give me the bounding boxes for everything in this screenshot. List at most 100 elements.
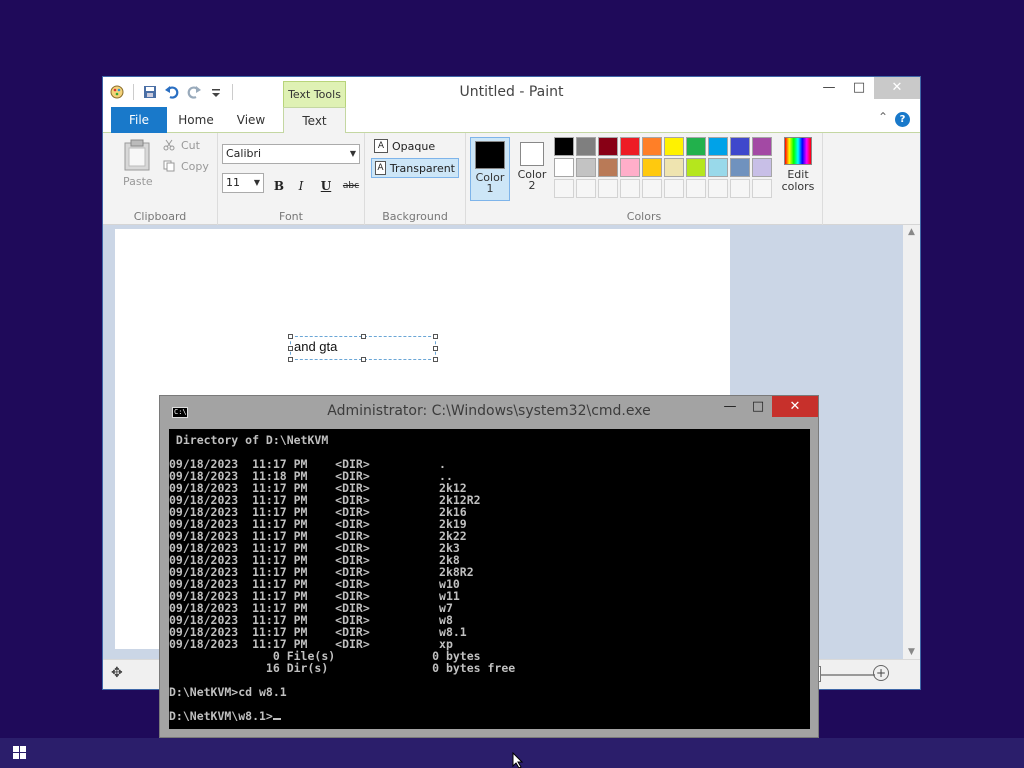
palette-custom-slot[interactable] — [576, 179, 596, 198]
strikethrough-button[interactable]: abc — [339, 177, 363, 195]
resize-handle[interactable] — [433, 334, 438, 339]
collapse-ribbon-icon[interactable]: ⌃ — [878, 110, 888, 124]
palette-color-swatch[interactable] — [554, 158, 574, 177]
console-prompt: D:\NetKVM\w8.1> — [169, 709, 273, 723]
transparent-label: Transparent — [389, 161, 455, 175]
save-icon[interactable] — [142, 84, 158, 100]
canvas-text-box[interactable]: and gta — [288, 334, 438, 362]
cut-label[interactable]: Cut — [181, 139, 200, 152]
mouse-cursor-icon — [512, 752, 524, 768]
cmd-minimize-button[interactable]: — — [716, 396, 744, 417]
zoom-slider[interactable] — [815, 674, 875, 676]
cmd-window-controls: — □ ✕ — [716, 396, 818, 417]
palette-color-swatch[interactable] — [708, 137, 728, 156]
color2-button[interactable]: Color 2 — [514, 137, 550, 201]
maximize-button[interactable]: □ — [844, 77, 874, 99]
tab-home[interactable]: Home — [169, 107, 223, 133]
palette-color-swatch[interactable] — [576, 137, 596, 156]
tab-text[interactable]: Text — [283, 107, 346, 134]
vertical-scrollbar[interactable]: ▲ ▼ — [903, 225, 920, 659]
paste-label[interactable]: Paste — [123, 175, 153, 188]
redo-icon[interactable] — [186, 84, 202, 100]
resize-handle[interactable] — [433, 357, 438, 362]
undo-icon[interactable] — [164, 84, 180, 100]
console-line: Directory of D:\NetKVM — [169, 433, 329, 447]
copy-label[interactable]: Copy — [181, 160, 209, 173]
palette-custom-slot[interactable] — [708, 179, 728, 198]
palette-color-swatch[interactable] — [752, 158, 772, 177]
help-icon[interactable]: ? — [895, 112, 910, 127]
cmd-maximize-button[interactable]: □ — [744, 396, 772, 417]
cmd-close-button[interactable]: ✕ — [772, 396, 818, 417]
scroll-down-icon[interactable]: ▼ — [903, 647, 920, 657]
palette-color-swatch[interactable] — [730, 137, 750, 156]
palette-color-swatch[interactable] — [730, 158, 750, 177]
palette-color-swatch[interactable] — [708, 158, 728, 177]
palette-custom-slot[interactable] — [554, 179, 574, 198]
palette-color-swatch[interactable] — [598, 158, 618, 177]
paint-app-icon[interactable] — [109, 84, 125, 100]
font-group: Calibri ▼ 11 ▼ B I U abc Font — [218, 133, 365, 225]
cut-icon[interactable] — [163, 139, 175, 151]
paint-window-controls: — □ ✕ — [814, 77, 920, 99]
copy-icon[interactable] — [163, 160, 175, 172]
font-family-dropdown[interactable]: Calibri ▼ — [222, 144, 360, 164]
palette-color-swatch[interactable] — [664, 158, 684, 177]
paint-titlebar[interactable]: Text Tools Untitled - Paint — □ ✕ — [103, 77, 920, 107]
cmd-app-icon[interactable]: C:\ — [172, 407, 188, 418]
canvas-text: and gta — [294, 339, 338, 354]
palette-custom-slot[interactable] — [752, 179, 772, 198]
customize-qat-icon[interactable] — [208, 84, 224, 100]
font-size-dropdown[interactable]: 11 ▼ — [222, 173, 264, 193]
minimize-button[interactable]: — — [814, 77, 844, 99]
palette-color-swatch[interactable] — [598, 137, 618, 156]
close-button[interactable]: ✕ — [874, 77, 920, 99]
italic-button[interactable]: I — [292, 177, 310, 195]
edit-colors-label-b: colors — [781, 180, 815, 193]
paste-icon[interactable] — [123, 139, 151, 171]
palette-color-swatch[interactable] — [752, 137, 772, 156]
palette-color-swatch[interactable] — [620, 158, 640, 177]
transparent-button[interactable]: A Transparent — [371, 158, 459, 178]
resize-handle[interactable] — [361, 357, 366, 362]
cmd-titlebar[interactable]: C:\ Administrator: C:\Windows\system32\c… — [160, 396, 818, 428]
underline-button[interactable]: U — [317, 177, 335, 195]
color1-button[interactable]: Color 1 — [470, 137, 510, 201]
clipboard-group: Paste Cut Copy Clipboard — [103, 133, 218, 225]
opaque-icon: A — [374, 139, 388, 153]
resize-handle[interactable] — [288, 346, 293, 351]
resize-handle[interactable] — [288, 334, 293, 339]
palette-custom-slot[interactable] — [598, 179, 618, 198]
cmd-window[interactable]: C:\ Administrator: C:\Windows\system32\c… — [159, 395, 819, 738]
palette-color-swatch[interactable] — [664, 137, 684, 156]
palette-color-swatch[interactable] — [686, 158, 706, 177]
palette-custom-slot[interactable] — [730, 179, 750, 198]
palette-custom-slot[interactable] — [686, 179, 706, 198]
windows-logo-icon[interactable] — [13, 746, 27, 760]
tab-file[interactable]: File — [111, 107, 167, 133]
zoom-in-icon[interactable]: + — [873, 665, 889, 681]
palette-custom-slot[interactable] — [642, 179, 662, 198]
console-prompt-line[interactable]: D:\NetKVM\w8.1> — [169, 710, 810, 722]
resize-handle[interactable] — [433, 346, 438, 351]
resize-handle[interactable] — [361, 334, 366, 339]
edit-colors-button[interactable]: Edit colors — [776, 137, 820, 193]
console-output[interactable]: Directory of D:\NetKVM 09/18/2023 11:17 P… — [169, 429, 810, 729]
color1-swatch — [475, 141, 505, 169]
scroll-up-icon[interactable]: ▲ — [903, 227, 920, 237]
resize-handle[interactable] — [288, 357, 293, 362]
palette-custom-slot[interactable] — [620, 179, 640, 198]
console-line: D:\NetKVM>cd w8.1 — [169, 685, 287, 699]
bold-button[interactable]: B — [270, 177, 288, 195]
chevron-down-icon: ▼ — [349, 149, 356, 158]
palette-color-swatch[interactable] — [620, 137, 640, 156]
palette-color-swatch[interactable] — [642, 158, 662, 177]
palette-color-swatch[interactable] — [642, 137, 662, 156]
palette-color-swatch[interactable] — [686, 137, 706, 156]
palette-color-swatch[interactable] — [554, 137, 574, 156]
opaque-button[interactable]: A Opaque — [371, 136, 438, 156]
palette-color-swatch[interactable] — [576, 158, 596, 177]
font-family-value: Calibri — [226, 147, 262, 160]
palette-custom-slot[interactable] — [664, 179, 684, 198]
tab-view[interactable]: View — [225, 107, 277, 133]
